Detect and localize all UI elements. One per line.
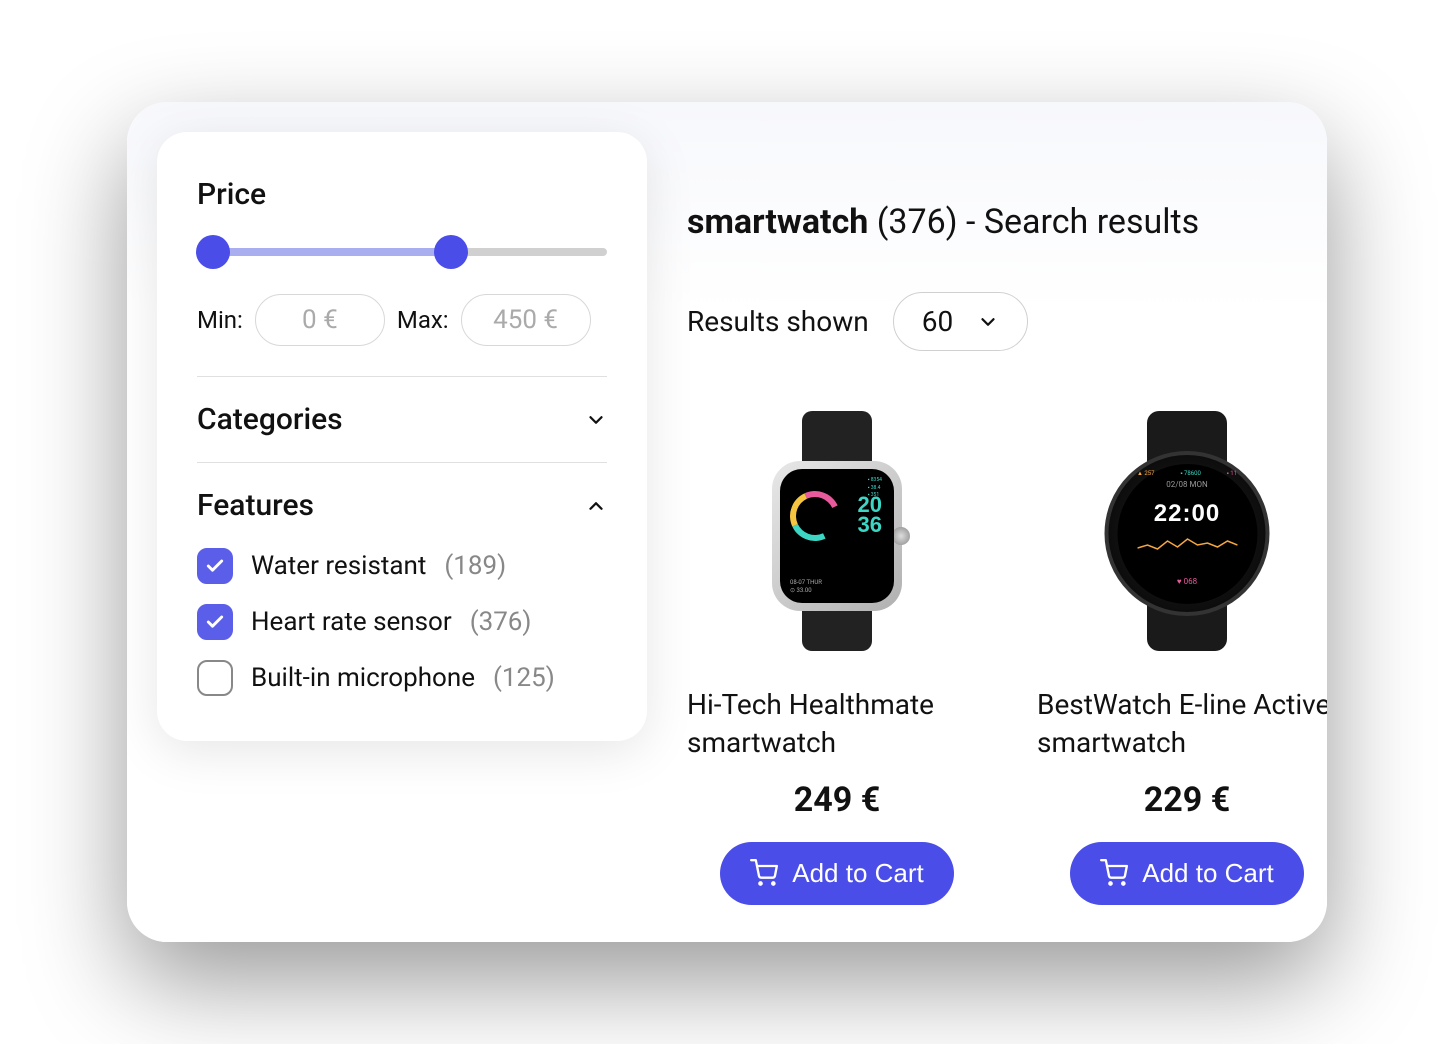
feature-list: Water resistant (189) Heart rate sensor … bbox=[197, 548, 607, 696]
product-card[interactable]: ▪ 8354▪ 38.4▪ 351 2036 08-07 THUR⊙ 33.00… bbox=[687, 401, 987, 905]
max-label: Max: bbox=[397, 306, 449, 334]
categories-toggle[interactable]: Categories bbox=[197, 402, 607, 437]
feature-count: (125) bbox=[493, 663, 555, 693]
slider-thumb-max[interactable] bbox=[434, 235, 468, 269]
cart-icon bbox=[1100, 859, 1128, 887]
product-card[interactable]: ▲ 257▪ 78600▪ 11 02/08 MON 22:00 ♥ 068 B… bbox=[1037, 401, 1327, 905]
product-price: 229 € bbox=[1144, 780, 1230, 820]
feature-count: (189) bbox=[444, 551, 506, 581]
title-suffix: - Search results bbox=[958, 202, 1200, 242]
categories-title: Categories bbox=[197, 402, 343, 437]
product-name: BestWatch E-line Active smartwatch bbox=[1037, 686, 1327, 762]
results-shown-control: Results shown 60 bbox=[687, 292, 1327, 351]
feature-label: Built-in microphone bbox=[251, 663, 475, 693]
dropdown-value: 60 bbox=[922, 305, 953, 338]
smartwatch-square-icon: ▪ 8354▪ 38.4▪ 351 2036 08-07 THUR⊙ 33.00 bbox=[737, 411, 937, 651]
smartwatch-round-icon: ▲ 257▪ 78600▪ 11 02/08 MON 22:00 ♥ 068 bbox=[1087, 411, 1287, 651]
feature-label: Heart rate sensor bbox=[251, 607, 452, 637]
slider-fill bbox=[197, 248, 451, 256]
min-price-input[interactable]: 0 € bbox=[255, 294, 385, 346]
divider bbox=[197, 376, 607, 377]
app-container: Price Min: 0 € Max: 450 € Categories Fea… bbox=[127, 102, 1327, 942]
result-count: (376) bbox=[877, 202, 958, 242]
feature-heart-rate[interactable]: Heart rate sensor (376) bbox=[197, 604, 607, 640]
price-slider[interactable] bbox=[197, 240, 607, 264]
checkbox-checked-icon[interactable] bbox=[197, 604, 233, 640]
results-shown-label: Results shown bbox=[687, 305, 869, 338]
results-per-page-dropdown[interactable]: 60 bbox=[893, 292, 1028, 351]
price-filter-section: Price Min: 0 € Max: 450 € bbox=[197, 177, 607, 346]
product-image: ▲ 257▪ 78600▪ 11 02/08 MON 22:00 ♥ 068 bbox=[1057, 401, 1317, 661]
divider bbox=[197, 462, 607, 463]
slider-thumb-min[interactable] bbox=[196, 235, 230, 269]
chevron-down-icon bbox=[585, 409, 607, 431]
price-inputs: Min: 0 € Max: 450 € bbox=[197, 294, 607, 346]
search-term: smartwatch bbox=[687, 202, 868, 242]
product-name: Hi-Tech Healthmate smartwatch bbox=[687, 686, 987, 762]
feature-count: (376) bbox=[470, 607, 532, 637]
features-title: Features bbox=[197, 488, 314, 523]
max-price-input[interactable]: 450 € bbox=[461, 294, 591, 346]
cart-icon bbox=[750, 859, 778, 887]
add-to-cart-button[interactable]: Add to Cart bbox=[720, 842, 954, 905]
product-grid: ▪ 8354▪ 38.4▪ 351 2036 08-07 THUR⊙ 33.00… bbox=[687, 401, 1327, 905]
product-price: 249 € bbox=[794, 780, 880, 820]
checkbox-unchecked-icon[interactable] bbox=[197, 660, 233, 696]
results-title: smartwatch (376) - Search results bbox=[687, 202, 1327, 242]
add-to-cart-label: Add to Cart bbox=[1142, 858, 1274, 889]
chevron-up-icon bbox=[585, 495, 607, 517]
product-image: ▪ 8354▪ 38.4▪ 351 2036 08-07 THUR⊙ 33.00 bbox=[707, 401, 967, 661]
features-toggle[interactable]: Features bbox=[197, 488, 607, 523]
add-to-cart-label: Add to Cart bbox=[792, 858, 924, 889]
main-content: smartwatch (376) - Search results Result… bbox=[687, 132, 1327, 942]
checkbox-checked-icon[interactable] bbox=[197, 548, 233, 584]
feature-label: Water resistant bbox=[251, 551, 426, 581]
chevron-down-icon bbox=[977, 311, 999, 333]
add-to-cart-button[interactable]: Add to Cart bbox=[1070, 842, 1304, 905]
feature-water-resistant[interactable]: Water resistant (189) bbox=[197, 548, 607, 584]
feature-microphone[interactable]: Built-in microphone (125) bbox=[197, 660, 607, 696]
price-title: Price bbox=[197, 177, 607, 212]
min-label: Min: bbox=[197, 306, 243, 334]
filter-sidebar: Price Min: 0 € Max: 450 € Categories Fea… bbox=[157, 132, 647, 741]
